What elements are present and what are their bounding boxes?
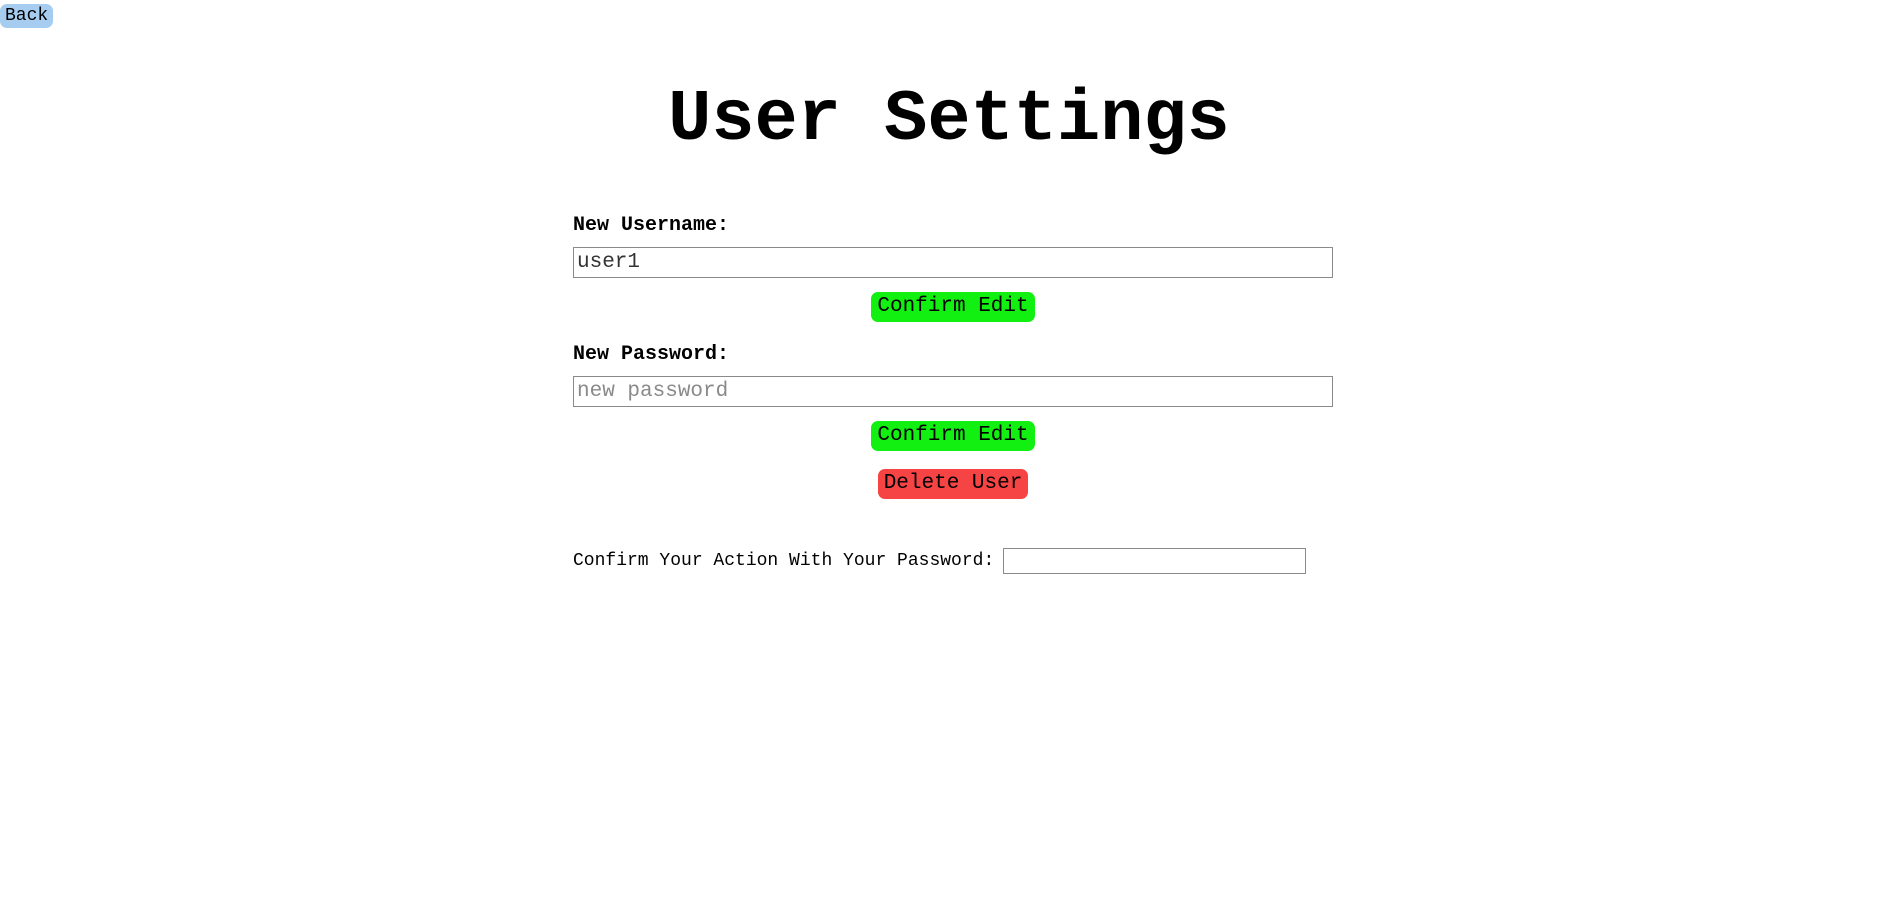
page-title: User Settings [668,79,1230,161]
password-input[interactable] [573,376,1333,407]
username-input[interactable] [573,247,1333,278]
back-button[interactable]: Back [0,4,54,28]
delete-user-button[interactable]: Delete User [877,469,1029,499]
confirm-password-field[interactable] [1003,548,1307,574]
user-settings-form: New Username: Confirm Edit New Password:… [573,213,1333,499]
password-confirm-row: Confirm Edit [573,421,1333,451]
username-label: New Username: [573,214,730,237]
confirm-password-button[interactable]: Confirm Edit [871,421,1035,451]
confirm-username-button[interactable]: Confirm Edit [871,292,1035,322]
username-confirm-row: Confirm Edit [573,292,1333,322]
delete-row: Delete User [573,469,1333,499]
confirm-action-row: Confirm Your Action With Your Password: [573,548,1307,574]
confirm-action-label: Confirm Your Action With Your Password: [573,551,995,571]
password-label: New Password: [573,343,730,366]
